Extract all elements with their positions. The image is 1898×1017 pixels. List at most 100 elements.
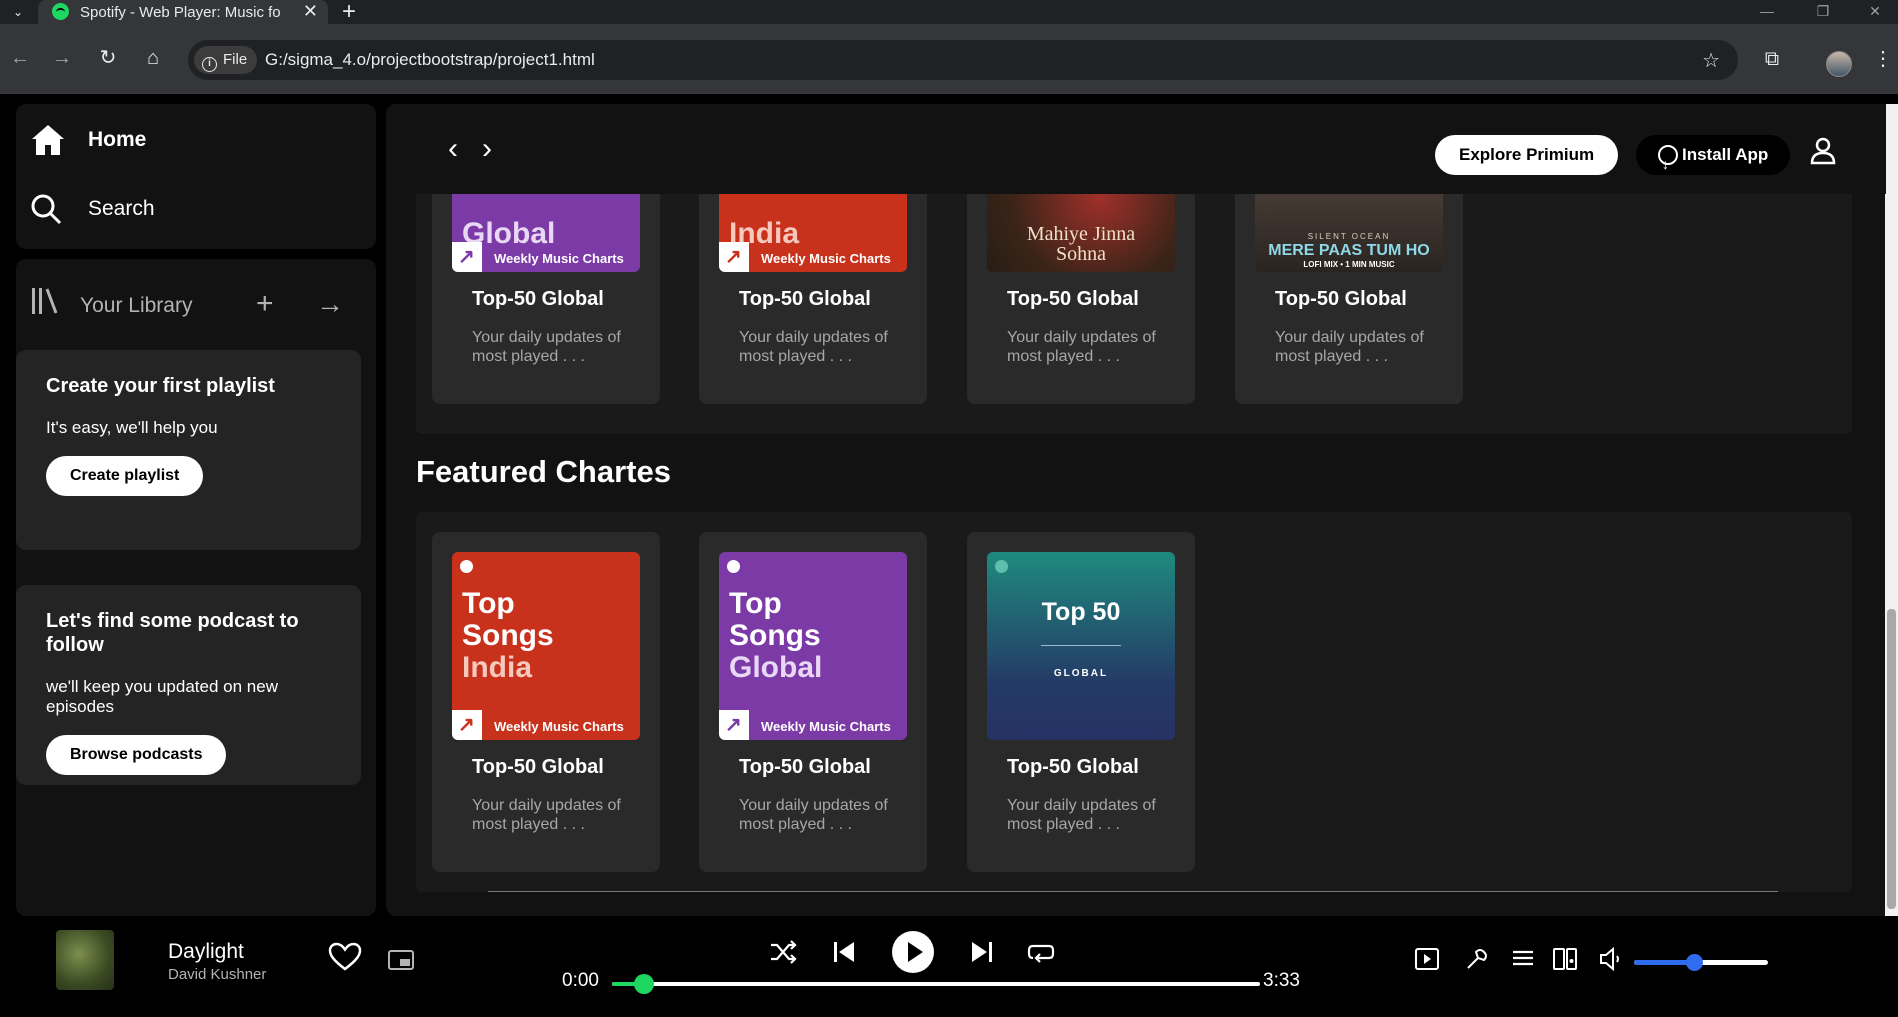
playlist-promo-text: It's easy, we'll help you bbox=[46, 418, 218, 437]
address-bar: ← → ↻ ⌂ i File G:/sigma_4.o/projectbootst… bbox=[0, 24, 1898, 94]
profile-avatar[interactable] bbox=[1826, 51, 1852, 77]
spotify-logo-icon bbox=[727, 560, 740, 573]
cover-band: ↗ Weekly Music Charts bbox=[719, 242, 907, 272]
browse-podcasts-button[interactable]: Browse podcasts bbox=[46, 735, 227, 775]
track-name[interactable]: Daylight bbox=[168, 940, 244, 964]
previous-icon[interactable] bbox=[828, 936, 860, 968]
band-text: Weekly Music Charts bbox=[494, 719, 624, 734]
tab-search-chevron-icon[interactable]: ⌄ bbox=[8, 2, 28, 22]
band-text: Weekly Music Charts bbox=[761, 251, 891, 266]
artist-name[interactable]: David Kushner bbox=[168, 966, 266, 983]
miniplayer-icon[interactable] bbox=[388, 950, 414, 970]
tab-close-icon[interactable]: ✕ bbox=[303, 1, 318, 22]
album-art[interactable] bbox=[56, 930, 114, 990]
info-icon: i bbox=[202, 57, 217, 72]
add-icon[interactable]: + bbox=[256, 286, 274, 322]
spotify-logo-icon bbox=[995, 560, 1008, 573]
back-arrow-icon[interactable]: ‹ bbox=[438, 132, 468, 166]
nav-home[interactable]: Home bbox=[30, 123, 146, 157]
forward-icon[interactable]: → bbox=[48, 44, 76, 72]
repeat-icon[interactable] bbox=[1025, 936, 1057, 968]
search-label: Search bbox=[88, 197, 155, 220]
podcast-promo-title: Let's find some podcast to follow bbox=[46, 610, 299, 656]
browser-tab[interactable]: Spotify - Web Player: Music for ✕ bbox=[38, 0, 328, 24]
chart-card[interactable]: Top Songs India ↗ Weekly Music Charts Top… bbox=[432, 532, 660, 872]
cover-line-1: Top bbox=[729, 587, 782, 620]
extensions-icon[interactable]: ⧉ bbox=[1757, 44, 1787, 74]
nav-search[interactable]: Search bbox=[30, 193, 155, 225]
home-browser-icon[interactable]: ⌂ bbox=[139, 44, 167, 72]
cover-line-2: Songs bbox=[729, 619, 821, 652]
expand-arrow-icon[interactable]: → bbox=[316, 286, 344, 322]
cover-line-1: Top bbox=[462, 587, 515, 620]
home-label: Home bbox=[88, 128, 147, 151]
card-desc: Your daily updates of most played . . . bbox=[472, 797, 621, 833]
card-desc: Your daily updates of most played . . . bbox=[1275, 329, 1424, 365]
create-playlist-button[interactable]: Create playlist bbox=[46, 456, 204, 496]
progress-knob[interactable] bbox=[634, 974, 655, 994]
volume-icon[interactable] bbox=[1598, 946, 1624, 972]
library-label[interactable]: Your Library bbox=[80, 294, 192, 318]
scroll-thumb[interactable] bbox=[1887, 609, 1896, 909]
progress-bar[interactable] bbox=[612, 974, 1260, 994]
chart-arrow-icon: ↗ bbox=[719, 710, 749, 740]
now-playing-view-icon[interactable] bbox=[1414, 946, 1440, 972]
main-content: ‹ › Explore Primium Install App Global ↗… bbox=[386, 104, 1886, 916]
volume-knob[interactable] bbox=[1686, 954, 1704, 971]
install-app-label: Install App bbox=[1682, 145, 1769, 164]
cover-line-2: GLOBAL bbox=[1053, 668, 1109, 679]
url-text[interactable]: G:/sigma_4.o/projectbootstrap/project1.h… bbox=[265, 50, 595, 70]
user-icon[interactable] bbox=[1808, 136, 1838, 166]
chart-arrow-icon: ↗ bbox=[719, 242, 749, 272]
card-title: Top-50 Global bbox=[739, 288, 871, 310]
card-desc: Your daily updates of most played . . . bbox=[472, 329, 621, 365]
shuffle-icon[interactable] bbox=[767, 936, 799, 968]
library-icon[interactable] bbox=[30, 286, 58, 316]
chart-card[interactable]: Top 50 GLOBAL Top-50 Global Your daily u… bbox=[967, 532, 1195, 872]
spotify-logo-icon bbox=[460, 560, 473, 573]
featured-section-title: Featured Chartes bbox=[416, 454, 671, 489]
new-tab-icon[interactable]: + bbox=[342, 0, 356, 26]
chart-arrow-icon: ↗ bbox=[452, 242, 482, 272]
main-scrollbar[interactable] bbox=[1885, 104, 1898, 916]
back-icon[interactable]: ← bbox=[6, 44, 34, 72]
site-info-chip[interactable]: i File bbox=[194, 46, 258, 74]
band-text: Weekly Music Charts bbox=[494, 251, 624, 266]
chart-arrow-icon: ↗ bbox=[452, 710, 482, 740]
card-title: Top-50 Global bbox=[1275, 288, 1407, 310]
cover-band: ↗ Weekly Music Charts bbox=[452, 242, 640, 272]
queue-icon[interactable] bbox=[1510, 946, 1536, 972]
forward-arrow-icon[interactable]: › bbox=[472, 132, 502, 166]
window-close-icon[interactable]: ✕ bbox=[1852, 0, 1898, 24]
elapsed-time: 0:00 bbox=[562, 970, 599, 991]
minimize-icon[interactable]: — bbox=[1744, 0, 1790, 24]
cover-band: ↗ Weekly Music Charts bbox=[719, 710, 907, 740]
install-app-button[interactable]: Install App bbox=[1636, 135, 1791, 184]
band-text: Weekly Music Charts bbox=[761, 719, 891, 734]
podcast-card: Let's find some podcast to follow we'll … bbox=[16, 585, 361, 785]
library-header: Your Library + → bbox=[30, 286, 350, 322]
connect-device-icon[interactable] bbox=[1552, 946, 1578, 972]
heart-icon[interactable] bbox=[328, 942, 362, 972]
restore-icon[interactable]: ❐ bbox=[1800, 0, 1846, 24]
cover-band: ↗ Weekly Music Charts bbox=[452, 710, 640, 740]
omnibox[interactable]: i File G:/sigma_4.o/projectbootstrap/proj… bbox=[188, 40, 1738, 80]
card-title: Top-50 Global bbox=[739, 756, 871, 778]
bookmark-star-icon[interactable]: ☆ bbox=[1702, 48, 1720, 73]
reload-icon[interactable]: ↻ bbox=[94, 44, 122, 72]
tab-title: Spotify - Web Player: Music for bbox=[80, 4, 280, 21]
cover-image: Top 50 GLOBAL bbox=[987, 552, 1175, 740]
search-icon bbox=[31, 194, 62, 225]
spotify-favicon-icon bbox=[52, 3, 69, 20]
play-button[interactable] bbox=[892, 931, 934, 973]
next-icon[interactable] bbox=[966, 936, 998, 968]
volume-slider[interactable] bbox=[1634, 954, 1768, 971]
card-title: Top-50 Global bbox=[472, 756, 604, 778]
chart-card[interactable]: Top Songs Global ↗ Weekly Music Charts To… bbox=[699, 532, 927, 872]
lyrics-icon[interactable] bbox=[1464, 946, 1490, 972]
download-icon bbox=[1658, 144, 1678, 184]
card-title: Top-50 Global bbox=[472, 288, 604, 310]
podcast-promo-text: we'll keep you updated on new episodes bbox=[46, 677, 278, 716]
browser-menu-icon[interactable]: ⋮ bbox=[1868, 44, 1898, 74]
explore-premium-button[interactable]: Explore Primium bbox=[1435, 135, 1619, 175]
